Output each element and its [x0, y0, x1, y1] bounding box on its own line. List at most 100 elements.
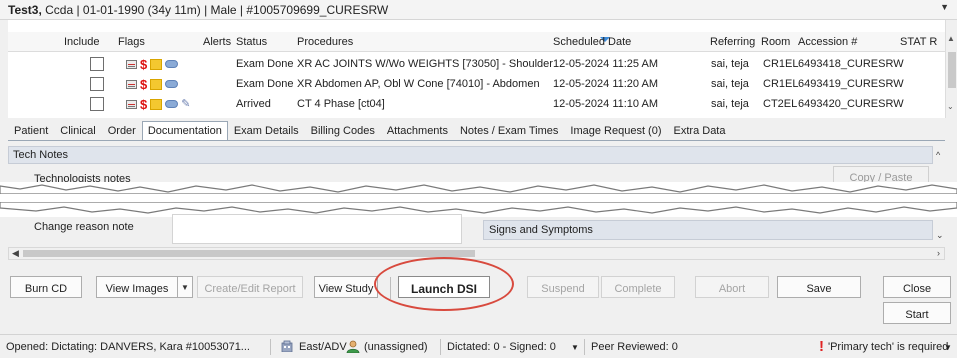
dictated-status: Dictated: 0 - Signed: 0	[447, 341, 556, 353]
suspend-button[interactable]: Suspend	[527, 276, 599, 298]
row-scheduled-date: 12-05-2024 11:10 AM	[553, 98, 658, 110]
change-reason-field[interactable]	[172, 214, 462, 244]
row-accession: 6493418_CURESRW	[798, 58, 904, 70]
row-status: Exam Done	[236, 78, 294, 90]
column-stat[interactable]: STAT R	[900, 36, 937, 48]
exam-table: Include Flags Alerts Status Procedures S…	[0, 20, 957, 118]
scroll-down-icon[interactable]: ⌄	[947, 102, 954, 111]
document-icon	[126, 59, 137, 69]
row-procedure: XR AC JOINTS W/Wo WEIGHTS [73050] - Shou…	[297, 58, 553, 70]
column-status[interactable]: Status	[236, 36, 267, 48]
patient-name: Test3,	[8, 3, 42, 17]
table-header: Include Flags Alerts Status Procedures S…	[8, 32, 945, 52]
row-room: CR1EL	[763, 58, 799, 70]
building-icon	[281, 340, 293, 352]
table-row[interactable]: $ ✎ Arrived CT 4 Phase [ct04] 12-05-2024…	[8, 94, 945, 114]
dollar-icon: $	[140, 76, 148, 92]
patient-header: Test3, Ccda | 01-01-1990 (34y 11m) | Mal…	[0, 0, 957, 20]
abort-button[interactable]: Abort	[695, 276, 769, 298]
column-referring[interactable]: Referring	[710, 36, 755, 48]
triangle-down-icon[interactable]: ▼	[940, 2, 949, 12]
tab-clinical[interactable]: Clinical	[54, 121, 101, 141]
patient-summary: Test3, Ccda | 01-01-1990 (34y 11m) | Mal…	[8, 3, 388, 17]
scroll-up-icon[interactable]: ▲	[947, 34, 955, 43]
close-button[interactable]: Close	[883, 276, 951, 298]
change-reason-label: Change reason note	[34, 221, 134, 233]
row-referring: sai, teja	[711, 78, 749, 90]
status-bar: Opened: Dictating: DANVERS, Kara #100530…	[0, 334, 957, 358]
location-status[interactable]: East/ADV	[299, 341, 347, 353]
panel-vertical-scrollbar[interactable]: ^ ⌄	[935, 150, 947, 245]
tab-patient[interactable]: Patient	[8, 121, 54, 141]
table-row[interactable]: $ Exam Done XR AC JOINTS W/Wo WEIGHTS [7…	[8, 54, 945, 74]
chevron-down-icon[interactable]: ⌄	[936, 230, 944, 241]
pill-icon	[165, 80, 179, 88]
view-images-dropdown-icon[interactable]: ▼	[177, 276, 193, 298]
column-flags[interactable]: Flags	[118, 36, 145, 48]
row-referring: sai, teja	[711, 58, 749, 70]
column-procedures[interactable]: Procedures	[297, 36, 353, 48]
view-images-button[interactable]: View Images	[96, 276, 178, 298]
tab-exam-details[interactable]: Exam Details	[228, 121, 305, 141]
sticky-note-icon	[150, 58, 163, 70]
row-accession: 6493419_CURESRW	[798, 78, 904, 90]
tab-billing-codes[interactable]: Billing Codes	[305, 121, 381, 141]
row-scheduled-date: 12-05-2024 11:20 AM	[553, 78, 658, 90]
row-scheduled-date: 12-05-2024 11:25 AM	[553, 58, 658, 70]
column-room[interactable]: Room	[761, 36, 790, 48]
scroll-thumb[interactable]	[23, 250, 475, 257]
document-icon	[126, 99, 137, 109]
include-checkbox[interactable]	[90, 57, 104, 71]
column-include[interactable]: Include	[64, 36, 99, 48]
assignee-status[interactable]: (unassigned)	[364, 341, 428, 353]
dictated-dropdown-icon[interactable]: ▼	[571, 343, 579, 352]
tech-notes-title: Tech Notes	[13, 149, 69, 161]
dollar-icon: $	[140, 56, 148, 72]
table-scrollbar[interactable]: ▲ ⌄	[945, 20, 957, 118]
create-edit-report-button[interactable]: Create/Edit Report	[197, 276, 303, 298]
tab-divider	[8, 140, 945, 141]
column-scheduled-date[interactable]: Scheduled Date	[553, 36, 631, 48]
chevron-up-icon[interactable]: ^	[936, 150, 940, 160]
view-study-button[interactable]: View Study	[314, 276, 378, 298]
torn-edge-top	[0, 184, 957, 194]
tab-order[interactable]: Order	[102, 121, 142, 141]
save-button[interactable]: Save	[777, 276, 861, 298]
include-checkbox[interactable]	[90, 97, 104, 111]
scroll-left-icon[interactable]: ◀	[12, 248, 19, 259]
panel-horizontal-scrollbar[interactable]: ◀ ›	[8, 247, 945, 260]
warning-icon: !	[819, 338, 824, 355]
complete-button[interactable]: Complete	[601, 276, 675, 298]
warning-message: 'Primary tech' is required	[828, 341, 949, 353]
torn-edge-bottom	[0, 202, 957, 214]
opened-status: Opened: Dictating: DANVERS, Kara #100530…	[6, 341, 250, 353]
tech-notes-section: Tech Notes	[8, 146, 933, 164]
start-button[interactable]: Start	[883, 302, 951, 324]
signs-symptoms-section: Signs and Symptoms	[483, 220, 933, 240]
peer-reviewed-status: Peer Reviewed: 0	[591, 341, 678, 353]
pill-icon	[165, 60, 179, 68]
tab-attachments[interactable]: Attachments	[381, 121, 454, 141]
status-separator	[440, 339, 441, 355]
tab-documentation[interactable]: Documentation	[141, 121, 228, 141]
row-status: Exam Done	[236, 58, 294, 70]
burn-cd-button[interactable]: Burn CD	[10, 276, 82, 298]
row-room: CR1EL	[763, 78, 799, 90]
table-gutter	[0, 20, 8, 118]
row-room: CT2EL	[763, 98, 798, 110]
status-separator	[584, 339, 585, 355]
include-checkbox[interactable]	[90, 77, 104, 91]
tab-notes-exam-times[interactable]: Notes / Exam Times	[454, 121, 564, 141]
warning-dropdown-icon[interactable]: ▼	[944, 343, 952, 352]
tab-extra-data[interactable]: Extra Data	[668, 121, 732, 141]
scroll-right-icon[interactable]: ›	[937, 248, 940, 258]
sticky-note-icon	[150, 98, 163, 110]
row-flags: $	[126, 76, 179, 92]
detail-tabs: Patient Clinical Order Documentation Exa…	[8, 121, 731, 141]
table-row[interactable]: $ Exam Done XR Abdomen AP, Obl W Cone [7…	[8, 74, 945, 94]
column-alerts[interactable]: Alerts	[203, 36, 231, 48]
sticky-note-icon	[150, 78, 163, 90]
tab-image-request[interactable]: Image Request (0)	[564, 121, 667, 141]
scroll-thumb[interactable]	[948, 52, 956, 88]
column-accession[interactable]: Accession #	[798, 36, 857, 48]
